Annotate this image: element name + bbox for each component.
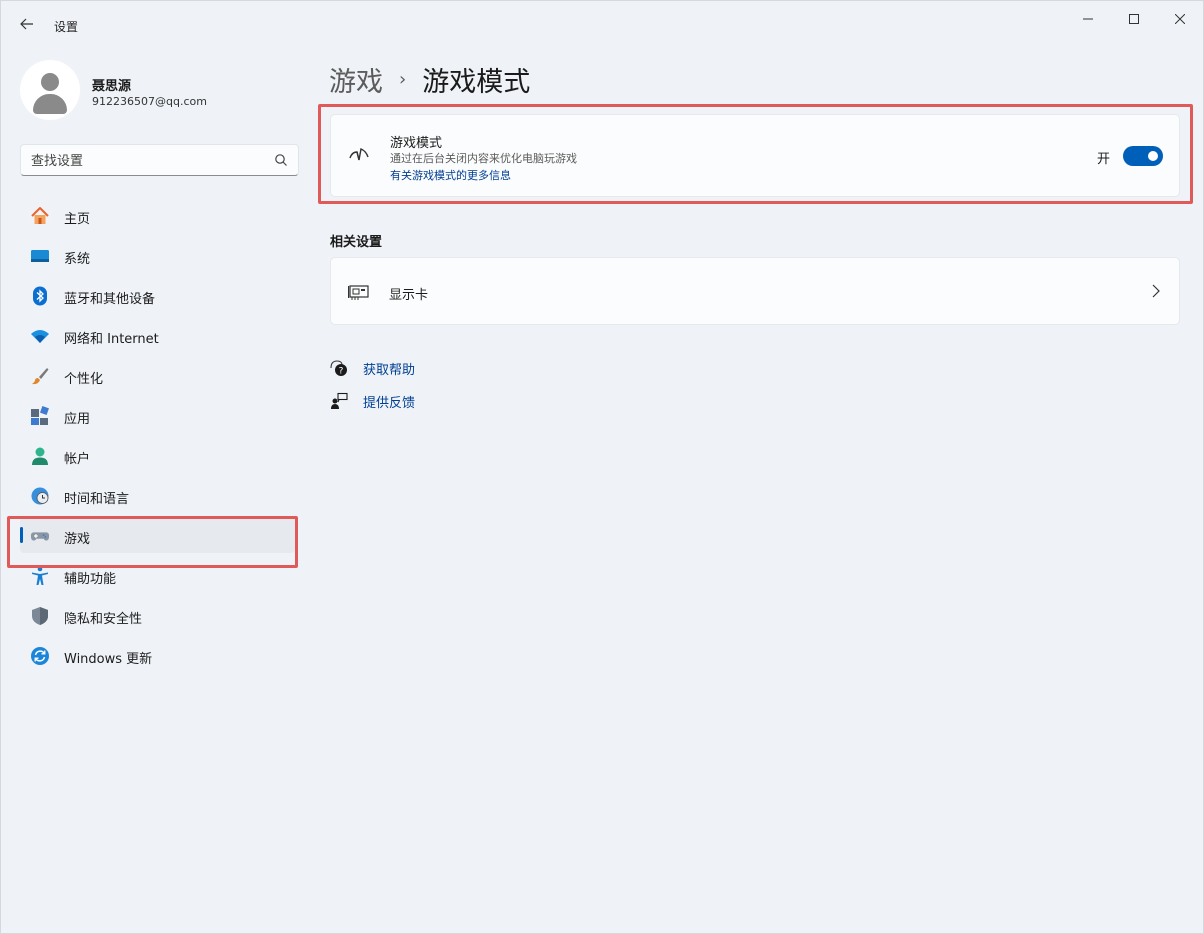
wifi-icon [30, 326, 50, 346]
bluetooth-icon [30, 286, 50, 306]
minimize-icon [1083, 18, 1093, 20]
maximize-icon [1129, 14, 1139, 24]
related-settings-heading: 相关设置 [330, 235, 383, 250]
close-icon [1175, 14, 1185, 24]
apps-icon [30, 406, 50, 426]
breadcrumb: 游戏 › 游戏模式 [329, 59, 530, 99]
feedback-icon [329, 391, 349, 411]
close-button[interactable] [1157, 1, 1203, 37]
shield-icon [30, 606, 50, 626]
sidebar-item-network[interactable]: 网络和 Internet [20, 317, 295, 353]
user-email: 912236507@qq.com [92, 95, 207, 108]
sidebar-item-label: 网络和 Internet [64, 332, 159, 347]
game-mode-toggle[interactable] [1123, 146, 1163, 166]
gamepad-icon [30, 526, 50, 546]
graphics-card-item[interactable]: 显示卡 [330, 257, 1180, 325]
breadcrumb-parent[interactable]: 游戏 [329, 60, 383, 99]
sidebar-item-windows-update[interactable]: Windows 更新 [20, 637, 295, 673]
sidebar-item-personalization[interactable]: 个性化 [20, 357, 295, 393]
paintbrush-icon [30, 366, 50, 386]
search-input[interactable] [31, 151, 261, 171]
feedback-label: 提供反馈 [363, 395, 416, 411]
update-icon [30, 646, 50, 666]
sidebar-item-gaming[interactable]: 游戏 [20, 517, 295, 553]
toggle-state-label: 开 [1097, 152, 1111, 167]
sidebar-item-label: 应用 [64, 412, 91, 427]
sidebar-item-label: 帐户 [64, 452, 91, 467]
title-bar: 设置 [1, 1, 1203, 45]
maximize-button[interactable] [1111, 1, 1157, 37]
sidebar-item-accessibility[interactable]: 辅助功能 [20, 557, 295, 593]
sidebar-item-system[interactable]: 系统 [20, 237, 295, 273]
accessibility-icon [30, 566, 50, 586]
chevron-right-icon [1149, 282, 1163, 300]
sidebar-nav: 主页 系统 蓝牙和其他设备 网络和 Internet 个性化 应用 帐户 时间和… [20, 197, 295, 677]
breadcrumb-separator: › [399, 68, 407, 90]
back-arrow-icon [20, 18, 33, 30]
search-box [20, 144, 299, 176]
sidebar-item-label: 蓝牙和其他设备 [64, 292, 156, 307]
sidebar-item-time-language[interactable]: 时间和语言 [20, 477, 295, 513]
get-help-label: 获取帮助 [363, 362, 416, 378]
game-mode-title: 游戏模式 [390, 136, 443, 151]
svg-text:?: ? [339, 367, 344, 377]
minimize-button[interactable] [1065, 1, 1111, 37]
game-mode-more-info-link[interactable]: 有关游戏模式的更多信息 [390, 167, 511, 183]
monitor-icon [30, 246, 50, 266]
graphics-card-label: 显示卡 [389, 288, 429, 303]
user-name: 聂思源 [92, 79, 132, 94]
sidebar-item-apps[interactable]: 应用 [20, 397, 295, 433]
avatar [20, 60, 80, 120]
clock-globe-icon [30, 486, 50, 506]
sidebar-item-label: 隐私和安全性 [64, 612, 143, 627]
sidebar-item-accounts[interactable]: 帐户 [20, 437, 295, 473]
sidebar-item-label: 主页 [64, 212, 91, 227]
app-title: 设置 [54, 20, 79, 34]
help-chat-icon: ? [329, 358, 349, 378]
account-icon [30, 446, 50, 466]
search-icon[interactable] [274, 153, 288, 167]
game-mode-description: 通过在后台关闭内容来优化电脑玩游戏 [390, 152, 577, 165]
sidebar-item-label: 时间和语言 [64, 492, 130, 507]
sidebar-item-label: 辅助功能 [64, 572, 117, 587]
sidebar-item-home[interactable]: 主页 [20, 197, 295, 233]
home-icon [30, 206, 50, 226]
sidebar-item-label: Windows 更新 [64, 652, 153, 667]
game-mode-icon [348, 145, 370, 167]
graphics-card-icon [348, 281, 370, 303]
feedback-link[interactable]: 提供反馈 [329, 390, 415, 412]
sidebar-item-privacy[interactable]: 隐私和安全性 [20, 597, 295, 633]
back-button[interactable] [13, 11, 41, 37]
sidebar-item-label: 系统 [64, 252, 91, 267]
game-mode-card: 游戏模式 通过在后台关闭内容来优化电脑玩游戏 有关游戏模式的更多信息 开 [330, 114, 1180, 197]
sidebar-item-bluetooth[interactable]: 蓝牙和其他设备 [20, 277, 295, 313]
get-help-link[interactable]: ? 获取帮助 [329, 357, 415, 379]
window-controls [1065, 1, 1203, 37]
sidebar-item-label: 个性化 [64, 372, 104, 387]
page-title: 游戏模式 [422, 66, 531, 98]
toggle-knob [1148, 151, 1158, 161]
sidebar-item-label: 游戏 [64, 532, 91, 547]
settings-window: 设置 聂思源 912236507@qq.com 查找设置 主页 系统 蓝牙和其他… [0, 0, 1204, 934]
